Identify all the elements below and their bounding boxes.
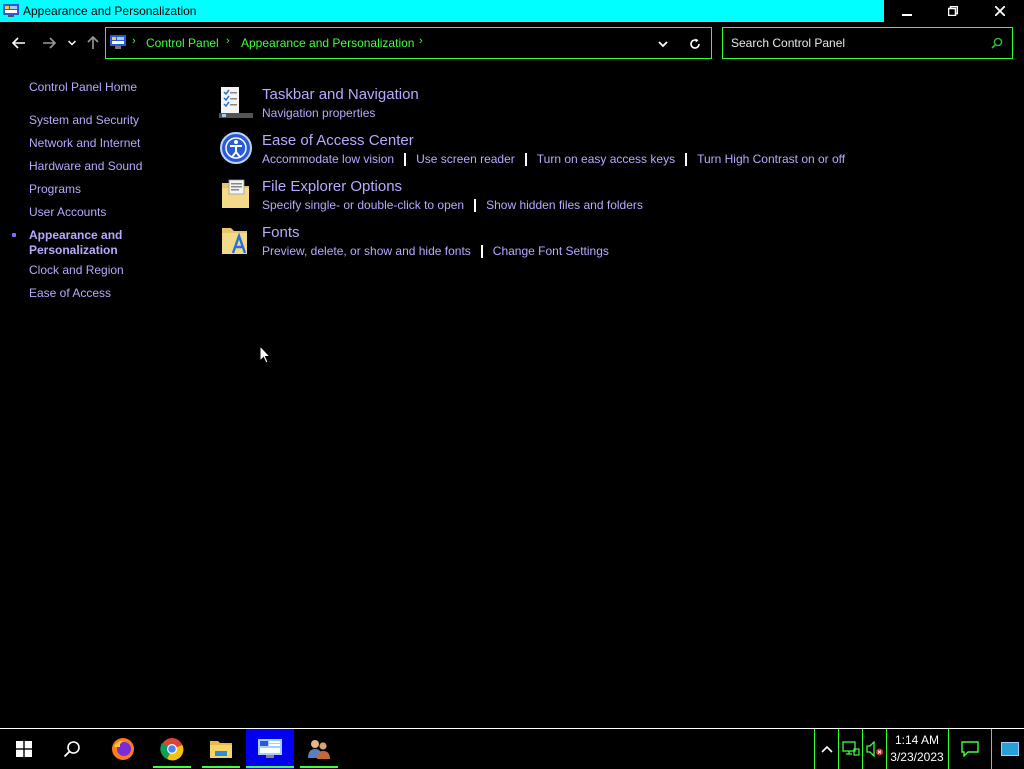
link-change-font-settings[interactable]: Change Font Settings — [493, 244, 609, 258]
volume-tray-button[interactable] — [862, 729, 886, 769]
desktop-icon — [1001, 742, 1019, 756]
search-icon — [63, 741, 80, 758]
link-separator — [404, 152, 407, 166]
link-accommodate-low-vision[interactable]: Accommodate low vision — [262, 152, 394, 166]
recent-locations-button[interactable] — [62, 32, 82, 54]
sidebar-item-network-and-internet[interactable]: Network and Internet — [29, 136, 140, 150]
mouse-cursor-icon — [259, 345, 271, 364]
category-links-file-explorer: Specify single- or double-click to open … — [262, 198, 643, 212]
refresh-icon — [690, 38, 700, 49]
control-panel-icon — [110, 35, 126, 49]
volume-muted-icon — [865, 741, 883, 757]
forward-arrow-icon — [43, 37, 56, 49]
category-links-ease-of-access: Accommodate low vision Use screen reader… — [262, 152, 845, 166]
taskbar-search-button[interactable] — [48, 729, 96, 769]
address-row: › Control Panel › Appearance and Persona… — [0, 22, 1024, 64]
network-icon — [841, 741, 860, 756]
clock-time: 1:14 AM — [894, 733, 940, 747]
taskbar-chrome[interactable] — [148, 729, 196, 769]
taskbar-users[interactable] — [295, 729, 343, 769]
taskbar-control-panel[interactable] — [246, 729, 294, 769]
search-input[interactable] — [731, 35, 981, 51]
sidebar-item-clock-and-region[interactable]: Clock and Region — [29, 263, 124, 277]
users-icon — [308, 740, 330, 759]
link-show-hidden-files[interactable]: Show hidden files and folders — [486, 198, 643, 212]
breadcrumb-separator-icon: › — [132, 35, 136, 47]
chevron-down-icon — [68, 40, 76, 46]
start-button[interactable] — [0, 729, 48, 769]
taskbar-firefox[interactable] — [99, 729, 147, 769]
taskbar-icon — [219, 87, 253, 118]
sidebar-item-appearance-and-personalization: Appearance and Personalization — [29, 228, 123, 257]
link-turn-on-easy-access-keys[interactable]: Turn on easy access keys — [537, 152, 675, 166]
chevron-down-icon — [658, 40, 668, 47]
clock: 1:14 AM 3/23/2023 — [886, 732, 948, 766]
clock-date: 3/23/2023 — [890, 750, 944, 764]
breadcrumb-control-panel[interactable]: Control Panel — [146, 36, 219, 50]
control-panel-icon — [3, 4, 19, 17]
refresh-button[interactable] — [686, 35, 704, 53]
link-separator — [524, 152, 527, 166]
show-desktop-button[interactable] — [996, 729, 1024, 769]
sidebar-item-control-panel-home[interactable]: Control Panel Home — [29, 80, 137, 94]
back-button[interactable] — [8, 32, 30, 54]
minimize-icon — [902, 14, 912, 16]
link-navigation-properties[interactable]: Navigation properties — [262, 106, 375, 120]
breadcrumb-separator-icon: › — [419, 35, 423, 47]
current-item-indicator — [12, 233, 16, 237]
up-button[interactable] — [82, 32, 104, 54]
notification-icon — [961, 741, 979, 757]
link-turn-high-contrast[interactable]: Turn High Contrast on or off — [697, 152, 845, 166]
firefox-icon — [112, 738, 134, 760]
link-preview-fonts[interactable]: Preview, delete, or show and hide fonts — [262, 244, 471, 258]
breadcrumb-separator-icon: › — [226, 35, 230, 47]
category-title-file-explorer-options[interactable]: File Explorer Options — [262, 178, 402, 195]
close-button[interactable] — [976, 0, 1024, 22]
file-explorer-icon — [210, 741, 232, 758]
control-panel-icon — [258, 739, 282, 758]
search-icon[interactable] — [991, 37, 1003, 49]
category-title-fonts[interactable]: Fonts — [262, 224, 300, 241]
sidebar-item-user-accounts[interactable]: User Accounts — [29, 205, 106, 219]
up-arrow-icon — [87, 36, 99, 49]
action-center-button[interactable] — [948, 729, 992, 769]
address-dropdown-button[interactable] — [654, 37, 672, 51]
address-bar[interactable]: › Control Panel › Appearance and Persona… — [105, 27, 712, 59]
sidebar-item-programs[interactable]: Programs — [29, 182, 81, 196]
folder-options-icon — [222, 179, 249, 208]
link-use-screen-reader[interactable]: Use screen reader — [416, 152, 515, 166]
link-separator — [480, 244, 483, 258]
category-links-fonts: Preview, delete, or show and hide fonts … — [262, 244, 609, 258]
chevron-up-icon — [820, 745, 833, 753]
restore-button[interactable] — [930, 0, 976, 22]
ease-of-access-icon — [220, 132, 252, 164]
fonts-folder-icon — [222, 228, 247, 254]
category-title-taskbar-and-navigation[interactable]: Taskbar and Navigation — [262, 86, 419, 103]
taskbar-file-explorer[interactable] — [197, 729, 245, 769]
forward-button[interactable] — [38, 32, 60, 54]
taskbar: 1:14 AM 3/23/2023 — [0, 728, 1024, 769]
window-title: Appearance and Personalization — [23, 4, 197, 18]
title-bar: Appearance and Personalization — [0, 0, 1024, 22]
sidebar-item-system-and-security[interactable]: System and Security — [29, 113, 139, 127]
search-box — [722, 27, 1013, 59]
link-separator — [474, 198, 477, 212]
category-title-ease-of-access-center[interactable]: Ease of Access Center — [262, 132, 414, 149]
sidebar-item-ease-of-access[interactable]: Ease of Access — [29, 286, 111, 300]
breadcrumb-appearance[interactable]: Appearance and Personalization — [241, 36, 414, 50]
chrome-icon — [160, 738, 184, 761]
close-icon — [995, 6, 1005, 16]
back-arrow-icon — [12, 37, 25, 49]
restore-icon — [948, 6, 958, 16]
category-links-taskbar: Navigation properties — [262, 106, 375, 120]
show-hidden-icons-button[interactable] — [814, 729, 838, 769]
minimize-button[interactable] — [884, 0, 930, 22]
sidebar-item-hardware-and-sound[interactable]: Hardware and Sound — [29, 159, 142, 173]
network-tray-button[interactable] — [838, 729, 862, 769]
link-separator — [685, 152, 688, 166]
start-icon — [16, 741, 32, 757]
link-single-double-click[interactable]: Specify single- or double-click to open — [262, 198, 464, 212]
